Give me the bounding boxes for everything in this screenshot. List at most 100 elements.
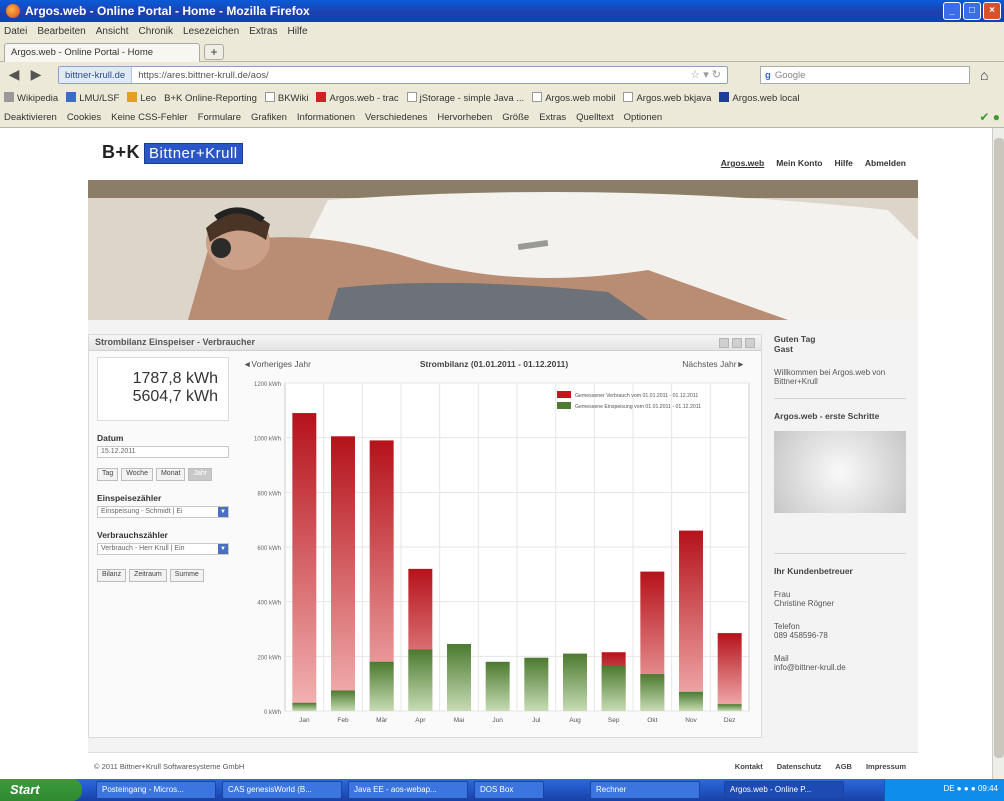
bookmark-wikipedia[interactable]: Wikipedia <box>4 92 58 104</box>
date-field[interactable]: 15.12.2011 <box>97 446 229 458</box>
wd-informationen[interactable]: Informationen <box>297 112 355 123</box>
nav-mein-konto[interactable]: Mein Konto <box>776 158 822 168</box>
greeting: Guten Tag <box>774 334 816 344</box>
bar-einspeisung <box>679 691 703 711</box>
start-label: Start <box>10 782 40 797</box>
bookmark-trac[interactable]: Argos.web - trac <box>316 92 399 104</box>
range-monat-button[interactable]: Monat <box>155 468 186 481</box>
einspeise-select[interactable]: Einspeisung - Schmidt | Ei ▼ <box>97 506 229 518</box>
x-tick-label: Apr <box>415 717 426 724</box>
task-firefox[interactable]: Argos.web - Online P... <box>724 781 844 799</box>
bar-verbrauch <box>717 633 742 711</box>
scrollbar-thumb[interactable] <box>994 138 1004 758</box>
chevron-down-icon[interactable]: ▼ <box>218 507 228 517</box>
x-tick-label: Dez <box>724 717 736 724</box>
site-logo[interactable]: B+K Bittner+Krull <box>102 142 243 164</box>
menu-extras[interactable]: Extras <box>249 26 277 37</box>
bookmark-argos-mobil[interactable]: Argos.web mobil <box>532 92 615 104</box>
wd-verschiedenes[interactable]: Verschiedenes <box>365 112 427 123</box>
wd-hervorheben[interactable]: Hervorheben <box>437 112 492 123</box>
tab-argos-home[interactable]: Argos.web - Online Portal - Home <box>4 43 200 62</box>
menu-datei[interactable]: Datei <box>4 26 27 37</box>
new-tab-button[interactable]: + <box>204 44 224 60</box>
wd-deaktivieren[interactable]: Deaktivieren <box>4 112 57 123</box>
wd-cookies[interactable]: Cookies <box>67 112 101 123</box>
x-tick-label: Aug <box>569 717 581 724</box>
bookmark-bk-reporting[interactable]: B+K Online-Reporting <box>164 93 257 104</box>
bar-einspeisung <box>292 702 317 711</box>
bookmark-argos-local[interactable]: Argos.web local <box>719 92 799 104</box>
nav-argos-web[interactable]: Argos.web <box>721 158 764 168</box>
menu-lesezeichen[interactable]: Lesezeichen <box>183 26 239 37</box>
bookmark-argos-bkjava[interactable]: Argos.web bkjava <box>623 92 711 104</box>
widget-minimize-icon[interactable] <box>732 338 742 348</box>
site-identity[interactable]: bittner-krull.de <box>59 67 133 83</box>
x-tick-label: Feb <box>337 717 349 724</box>
task-java-ee[interactable]: Java EE - aos-webap... <box>348 781 468 799</box>
y-tick-label: 800 kWh <box>257 491 281 497</box>
range-woche-button[interactable]: Woche <box>121 468 153 481</box>
start-button[interactable]: Start <box>0 779 82 801</box>
task-rechner[interactable]: Rechner <box>590 781 700 799</box>
menu-bar: Datei Bearbeiten Ansicht Chronik Lesezei… <box>0 22 1004 40</box>
legend-label: Gemessener Verbrauch vom 01.01.2011 - 01… <box>575 393 698 399</box>
mail-link[interactable]: info@bittner-krull.de <box>774 663 906 672</box>
wd-css[interactable]: Keine CSS-Fehler <box>111 112 188 123</box>
bookmark-jstorage[interactable]: jStorage - simple Java ... <box>406 92 524 104</box>
minimize-button[interactable]: _ <box>943 2 961 20</box>
menu-hilfe[interactable]: Hilfe <box>288 26 308 37</box>
wd-quelltext[interactable]: Quelltext <box>576 112 614 123</box>
bookmark-bkwiki[interactable]: BKWiki <box>264 92 308 104</box>
bookmark-star-icon[interactable]: ☆ ▾ ↻ <box>690 68 721 81</box>
task-outlook[interactable]: Posteingang - Micros... <box>96 781 216 799</box>
back-icon[interactable]: ◀ <box>4 66 24 84</box>
footer-agb[interactable]: AGB <box>835 762 852 771</box>
bar-einspeisung <box>331 690 355 711</box>
range-jahr-button[interactable]: Jahr <box>188 468 213 481</box>
energy-balance-chart: 0 kWh 200 kWh 400 kWh 600 kWh 800 kWh 1000 kW… <box>254 382 750 724</box>
task-dosbox[interactable]: DOS Box <box>474 781 544 799</box>
hero-image <box>88 180 918 320</box>
footer-datenschutz[interactable]: Datenschutz <box>777 762 822 771</box>
footer-kontakt[interactable]: Kontakt <box>735 762 763 771</box>
wd-grafiken[interactable]: Grafiken <box>251 112 287 123</box>
verbrauch-select[interactable]: Verbrauch - Herr Krull | Ein ▼ <box>97 543 229 555</box>
widget-title: Strombilanz Einspeiser - Verbraucher <box>95 337 256 347</box>
bookmark-lmu[interactable]: LMU/LSF <box>66 92 119 104</box>
wd-extras[interactable]: Extras <box>539 112 566 123</box>
next-year-link[interactable]: Nächstes Jahr► <box>682 359 745 369</box>
url-bar[interactable]: bittner-krull.de https://ares.bittner-kr… <box>58 66 728 84</box>
wd-optionen[interactable]: Optionen <box>624 112 663 123</box>
maximize-button[interactable]: □ <box>963 2 981 20</box>
menu-ansicht[interactable]: Ansicht <box>96 26 129 37</box>
bar-verbrauch <box>679 530 703 711</box>
chevron-down-icon[interactable]: ▼ <box>218 544 228 554</box>
nav-hilfe[interactable]: Hilfe <box>834 158 852 168</box>
nav-abmelden[interactable]: Abmelden <box>865 158 906 168</box>
zeitraum-button[interactable]: Zeitraum <box>129 569 167 582</box>
widget-close-icon[interactable] <box>745 338 755 348</box>
menu-chronik[interactable]: Chronik <box>139 26 173 37</box>
y-tick-label: 600 kWh <box>257 546 281 552</box>
wd-formulare[interactable]: Formulare <box>198 112 241 123</box>
bookmark-label: B+K Online-Reporting <box>164 92 257 104</box>
bookmarks-toolbar: Wikipedia LMU/LSF Leo B+K Online-Reporti… <box>0 88 1004 108</box>
summe-button[interactable]: Summe <box>169 569 204 582</box>
widget-settings-icon[interactable] <box>719 338 729 348</box>
language-indicator[interactable]: DE <box>943 784 954 793</box>
forward-icon[interactable]: ▶ <box>26 66 46 84</box>
vertical-scrollbar[interactable] <box>992 128 1004 779</box>
range-tag-button[interactable]: Tag <box>97 468 119 481</box>
close-button[interactable]: × <box>983 2 1001 20</box>
footer-impressum[interactable]: Impressum <box>866 762 906 771</box>
wd-groesse[interactable]: Größe <box>502 112 529 123</box>
home-icon[interactable]: ⌂ <box>980 67 988 83</box>
task-cas[interactable]: CAS genesisWorld (B... <box>222 781 342 799</box>
search-input[interactable]: g Google <box>760 66 970 84</box>
bookmark-leo[interactable]: Leo <box>127 92 156 104</box>
previous-year-link[interactable]: ◄Vorheriges Jahr <box>243 359 311 369</box>
first-steps-video[interactable] <box>774 431 906 513</box>
menu-bearbeiten[interactable]: Bearbeiten <box>37 26 85 37</box>
bilanz-button[interactable]: Bilanz <box>97 569 127 582</box>
phone-number: 089 458596-78 <box>774 631 828 640</box>
